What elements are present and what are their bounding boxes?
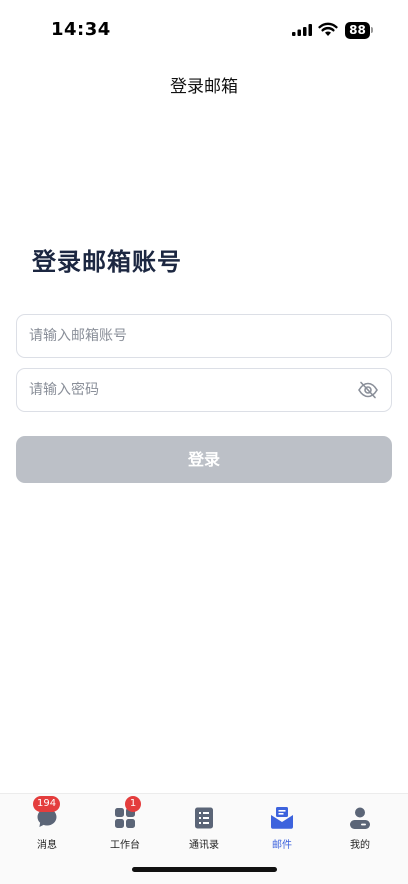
user-icon xyxy=(350,807,370,829)
login-button[interactable]: 登录 xyxy=(16,436,392,483)
mail-icon xyxy=(271,807,293,829)
tab-label: 邮件 xyxy=(272,840,292,851)
tab-label: 消息 xyxy=(37,840,57,851)
login-heading: 登录邮箱账号 xyxy=(32,248,182,276)
workbench-badge: 1 xyxy=(125,796,141,812)
cellular-signal-icon xyxy=(292,24,312,36)
battery-tip xyxy=(371,27,373,33)
status-bar: 14:34 88 xyxy=(0,0,408,60)
messages-badge: 194 xyxy=(33,796,61,812)
tab-mail[interactable]: 邮件 xyxy=(252,806,312,851)
password-input[interactable] xyxy=(17,369,329,411)
tab-contacts[interactable]: 通讯录 xyxy=(174,806,234,851)
eye-hidden-icon[interactable] xyxy=(357,380,379,400)
tab-profile[interactable]: 我的 xyxy=(330,806,390,851)
wifi-icon xyxy=(318,22,338,36)
password-field-container xyxy=(16,368,392,412)
tab-messages[interactable]: 194 消息 xyxy=(17,796,77,851)
email-account-input[interactable] xyxy=(17,315,329,357)
email-account-field-container xyxy=(16,314,392,358)
page-title: 登录邮箱 xyxy=(170,77,238,97)
status-time: 14:34 xyxy=(51,19,111,40)
home-indicator xyxy=(132,867,277,872)
tab-label: 工作台 xyxy=(110,840,140,851)
battery-icon: 88 xyxy=(345,22,370,39)
tab-label: 我的 xyxy=(350,840,370,851)
tab-label: 通讯录 xyxy=(189,840,219,851)
contacts-icon xyxy=(195,807,213,829)
tab-workbench[interactable]: 1 工作台 xyxy=(95,796,155,851)
